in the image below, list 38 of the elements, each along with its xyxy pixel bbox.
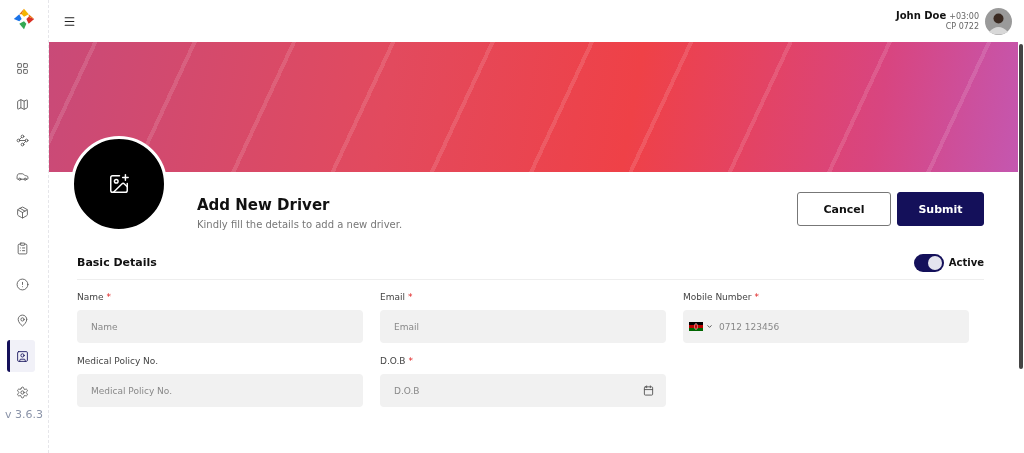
- flag-icon: [689, 322, 703, 331]
- nav-icon: [16, 241, 29, 255]
- timezone-label: +03:00: [949, 12, 979, 22]
- calendar-icon[interactable]: [643, 385, 654, 396]
- submit-button[interactable]: Submit: [897, 192, 984, 226]
- image-add-icon: [108, 173, 130, 195]
- field-label: Medical Policy No.: [77, 356, 160, 366]
- section-title: Basic Details: [77, 256, 157, 269]
- user-avatar[interactable]: [985, 7, 1012, 35]
- nav-icon: [16, 349, 29, 363]
- input-field[interactable]: Name: [77, 310, 363, 343]
- caret-icon[interactable]: [706, 323, 713, 330]
- input-field[interactable]: Medical Policy No.: [77, 374, 363, 407]
- toggle-label: Active: [948, 257, 984, 268]
- nav-icon: [16, 313, 29, 327]
- scrollbar-thumb[interactable]: [1019, 44, 1023, 369]
- field-label: Name *: [77, 292, 113, 302]
- sidebar-item[interactable]: [7, 340, 35, 372]
- menu-icon[interactable]: [63, 14, 76, 28]
- nav-icon: [16, 205, 29, 219]
- nav-icon: [16, 61, 29, 75]
- user-name: John Doe: [895, 10, 947, 22]
- nav-icon: [16, 277, 29, 291]
- input-field[interactable]: Email: [380, 310, 666, 343]
- page-subtitle: Kindly fill the details to add a new driver.: [197, 219, 403, 230]
- field-label: Email *: [380, 292, 414, 302]
- nav-icon: [16, 97, 29, 111]
- field-label: Mobile Number *: [683, 292, 761, 302]
- nav-icon: [16, 385, 29, 399]
- version-label: v 3.6.3: [5, 408, 43, 421]
- field-label: D.O.B *: [380, 356, 415, 366]
- cancel-button[interactable]: Cancel: [797, 192, 891, 226]
- date-field[interactable]: D.O.B: [380, 374, 666, 407]
- nav-icon: [16, 133, 29, 147]
- phone-field[interactable]: 0712 123456: [683, 310, 969, 343]
- active-toggle[interactable]: [913, 253, 944, 272]
- page-title: Add New Driver: [197, 196, 331, 214]
- user-code: CP 0722: [945, 22, 979, 32]
